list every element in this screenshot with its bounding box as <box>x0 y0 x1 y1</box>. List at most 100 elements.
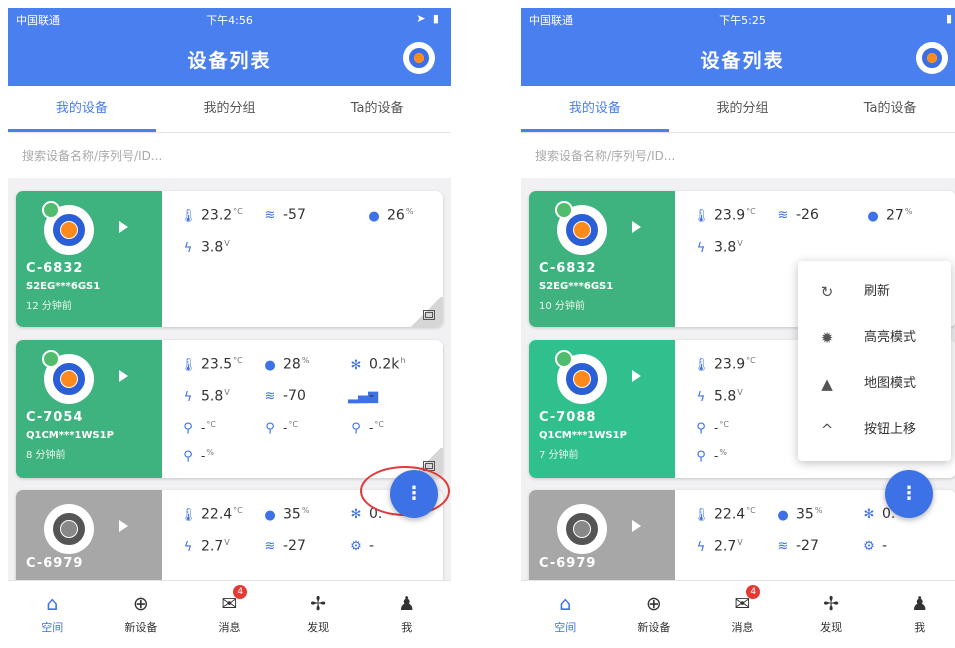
grid-view-icon[interactable] <box>409 297 443 327</box>
tab-their-devices[interactable]: Ta的设备 <box>303 86 451 132</box>
temperature-stat: 🌡 22.4°C <box>693 506 756 523</box>
play-icon[interactable] <box>632 370 641 382</box>
tab-their-devices[interactable]: Ta的设备 <box>816 86 955 132</box>
page-title: 设备列表 <box>700 50 785 72</box>
menu-item-highlight-mode[interactable]: ✹ 高亮模式 <box>798 315 951 361</box>
device-serial: S2EG***6GS1 <box>26 281 101 292</box>
device-logo-icon <box>557 504 607 554</box>
device-last-seen: 10 分钟前 <box>539 301 585 312</box>
device-last-seen: 7 分钟前 <box>539 450 579 461</box>
wifi-stat: ≋ -26 <box>775 207 819 223</box>
droplet-icon: ● <box>777 507 789 523</box>
device-card-header: C-7054 Q1CM***1WS1P 8 分钟前 <box>16 340 162 478</box>
home-icon: ⌂ <box>559 593 572 615</box>
play-icon[interactable] <box>632 221 641 233</box>
highlight-mode-icon: ✹ <box>820 329 834 347</box>
fan-icon: ✻ <box>350 507 362 522</box>
wifi-icon <box>555 350 573 368</box>
probe-stat: ⚲ -°C <box>180 420 216 436</box>
device-name: C-7054 <box>26 410 84 425</box>
app-logo-button[interactable] <box>916 42 948 74</box>
wifi-icon: ≋ <box>777 539 789 554</box>
wifi-stat: ≋ -27 <box>262 538 306 554</box>
device-serial: S2EG***6GS1 <box>539 281 614 292</box>
tab-my-devices[interactable]: 我的设备 <box>8 86 156 132</box>
bottom-tab-bar: ⌂ 空间 ⊕ 新设备 ✉ 4 消息 ✢ 发现 ♟ 我 <box>521 580 955 644</box>
tabbar-item-new-device[interactable]: ⊕ 新设备 <box>610 581 699 644</box>
wifi-icon <box>42 350 60 368</box>
bolt-icon: ϟ <box>183 389 193 405</box>
more-options-button[interactable]: ⋮ <box>885 470 933 518</box>
probe-icon: ⚲ <box>696 421 706 436</box>
device-stats: 🌡 23.2°C ≋ -57 ● 26% ϟ 3.8V <box>162 191 443 327</box>
wifi-icon: ≋ <box>264 208 276 223</box>
app-logo-button[interactable] <box>403 42 435 74</box>
status-bar: 中国联通 下午5:25 ▮ <box>521 8 955 30</box>
menu-item-refresh[interactable]: ↻ 刷新 <box>798 269 951 315</box>
thermometer-icon: 🌡 <box>180 208 197 224</box>
search-input[interactable] <box>535 145 935 167</box>
play-icon[interactable] <box>119 520 128 532</box>
play-icon[interactable] <box>119 221 128 233</box>
search-input[interactable] <box>22 145 422 167</box>
tabbar-item-messages[interactable]: ✉ 4 消息 <box>185 581 274 644</box>
tab-my-groups[interactable]: 我的分组 <box>156 86 304 132</box>
device-card[interactable]: C-7054 Q1CM***1WS1P 8 分钟前 🌡 23.5°C ● 28% ✻… <box>16 340 443 478</box>
thermometer-icon: 🌡 <box>180 507 197 523</box>
tabbar-item-me[interactable]: ♟ 我 <box>362 581 451 644</box>
tabbar-item-discover[interactable]: ✢ 发现 <box>274 581 363 644</box>
play-icon[interactable] <box>632 520 641 532</box>
sensor-icon: ⚙ <box>863 539 875 554</box>
tab-my-devices[interactable]: 我的设备 <box>521 86 669 132</box>
tabbar-item-space[interactable]: ⌂ 空间 <box>8 581 97 644</box>
bolt-icon: ϟ <box>696 539 706 555</box>
device-last-seen: 12 分钟前 <box>26 301 72 312</box>
tabbar-item-discover[interactable]: ✢ 发现 <box>787 581 876 644</box>
tabbar-item-me[interactable]: ♟ 我 <box>875 581 955 644</box>
tabbar-item-space[interactable]: ⌂ 空间 <box>521 581 610 644</box>
probe-icon: ⚲ <box>183 449 193 464</box>
probe-stat: ⚲ -°C <box>693 420 729 436</box>
nav-bar: 设备列表 <box>8 30 451 86</box>
tab-my-groups[interactable]: 我的分组 <box>669 86 817 132</box>
bolt-icon: ϟ <box>696 240 706 256</box>
device-logo-icon <box>42 201 94 255</box>
bottom-tab-bar: ⌂ 空间 ⊕ 新设备 ✉ 4 消息 ✢ 发现 ♟ 我 <box>8 580 451 644</box>
probe-stat: ⚲ -% <box>693 448 727 464</box>
device-stats: 🌡 23.5°C ● 28% ✻ 0.2kh ϟ 5.8V ≋ -70 ▂▄▆- ⚲ -°C… <box>162 340 443 478</box>
person-icon: ♟ <box>911 593 929 615</box>
probe-icon: ⚲ <box>696 449 706 464</box>
tabbar-item-new-device[interactable]: ⊕ 新设备 <box>97 581 186 644</box>
play-icon[interactable] <box>119 370 128 382</box>
wifi-stat: ≋ -57 <box>262 207 306 223</box>
tabbar-item-messages[interactable]: ✉ 4 消息 <box>698 581 787 644</box>
add-circle-icon: ⊕ <box>645 593 662 615</box>
device-card-header: C-6979 <box>529 490 675 590</box>
device-serial: Q1CM***1WS1P <box>26 430 114 441</box>
voltage-stat: ϟ 5.8V <box>693 388 743 405</box>
menu-item-map-mode[interactable]: ▲ 地图模式 <box>798 361 951 407</box>
device-card[interactable]: C-6832 S2EG***6GS1 12 分钟前 🌡 23.2°C ≋ -57 ●… <box>16 191 443 327</box>
device-name: C-6979 <box>539 556 597 571</box>
menu-item-move-button-up[interactable]: ^ 按钮上移 <box>798 407 951 453</box>
page-title: 设备列表 <box>187 50 272 72</box>
add-circle-icon: ⊕ <box>132 593 149 615</box>
status-bar: 中国联通 下午4:56 ➤ ▮ <box>8 8 451 30</box>
phone-screen-right: 中国联通 下午5:25 ▮ 设备列表 我的设备 我的分组 Ta的设备 C-683… <box>521 8 955 644</box>
wifi-icon: ≋ <box>264 539 276 554</box>
probe-stat: ⚲ -% <box>180 448 214 464</box>
device-name: C-6832 <box>26 261 84 276</box>
device-name: C-6979 <box>26 556 84 571</box>
probe-icon: ⚲ <box>265 421 275 436</box>
device-serial: Q1CM***1WS1P <box>539 430 627 441</box>
thermometer-icon: 🌡 <box>693 208 710 224</box>
mail-icon: ✉ <box>221 593 238 615</box>
map-mode-icon: ▲ <box>821 375 833 393</box>
temperature-stat: 🌡 22.4°C <box>180 506 243 523</box>
chevron-up-icon: ^ <box>820 421 834 439</box>
more-options-button[interactable]: ⋮ <box>390 470 438 518</box>
phone-screen-left: 中国联通 下午4:56 ➤ ▮ 设备列表 我的设备 我的分组 Ta的设备 C-6… <box>8 8 451 644</box>
fan-icon: ✻ <box>350 357 362 373</box>
droplet-icon: ● <box>867 208 879 224</box>
signal-icon: ▂▄▆ <box>348 389 378 404</box>
